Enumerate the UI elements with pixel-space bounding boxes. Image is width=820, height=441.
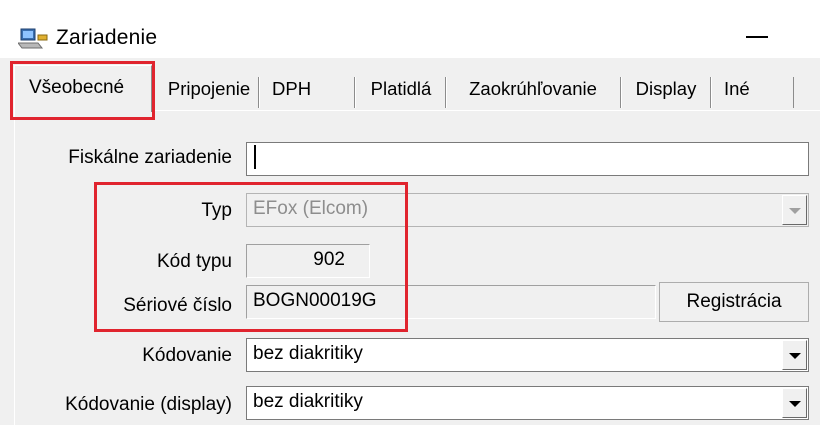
typ-select[interactable]: EFox (Elcom) [246, 193, 809, 227]
kodovanie-display-dropdown-button[interactable] [782, 388, 807, 418]
typ-label: Typ [201, 200, 232, 221]
typ-value: EFox (Elcom) [253, 198, 369, 219]
kodovanie-display-select[interactable]: bez diakritiky [246, 386, 809, 420]
fiskalne-zariadenie-label: Fiskálne zariadenie [68, 147, 232, 168]
minimize-button[interactable] [746, 36, 768, 38]
kod-typu-field: 902 [246, 244, 370, 278]
seriove-cislo-label: Sériové číslo [123, 295, 232, 316]
chevron-down-icon [789, 353, 801, 359]
kod-typu-label: Kód typu [157, 251, 232, 272]
tab-display[interactable]: Display [624, 72, 708, 108]
window-title: Zariadenie [56, 26, 158, 49]
seriove-cislo-field: BOGN00019G [246, 285, 656, 319]
tab-dph[interactable]: DPH [262, 72, 342, 108]
kodovanie-display-value: bez diakritiky [253, 391, 363, 412]
typ-dropdown-button[interactable] [782, 195, 807, 225]
fiskalne-zariadenie-input[interactable] [246, 142, 809, 176]
title-bar: Zariadenie [0, 0, 820, 58]
kodovanie-dropdown-button[interactable] [782, 340, 807, 370]
text-caret [254, 145, 256, 169]
chevron-down-icon [789, 401, 801, 407]
kodovanie-label: Kódovanie [142, 345, 232, 366]
tab-ine[interactable]: Iné [714, 72, 798, 108]
tab-zaokruhlovanie[interactable]: Zaokrúhľovanie [449, 72, 617, 108]
kodovanie-select[interactable]: bez diakritiky [246, 338, 809, 372]
kodovanie-value: bez diakritiky [253, 343, 363, 364]
tab-vseobecne[interactable]: Všeobecné [14, 65, 152, 112]
tab-pripojenie[interactable]: Pripojenie [161, 72, 257, 108]
computer-icon [18, 28, 48, 49]
registracia-button[interactable]: Registrácia [659, 282, 809, 322]
chevron-down-icon [789, 208, 801, 214]
tab-platidla[interactable]: Platidlá [358, 72, 444, 108]
kodovanie-display-label: Kódovanie (display) [65, 394, 232, 415]
